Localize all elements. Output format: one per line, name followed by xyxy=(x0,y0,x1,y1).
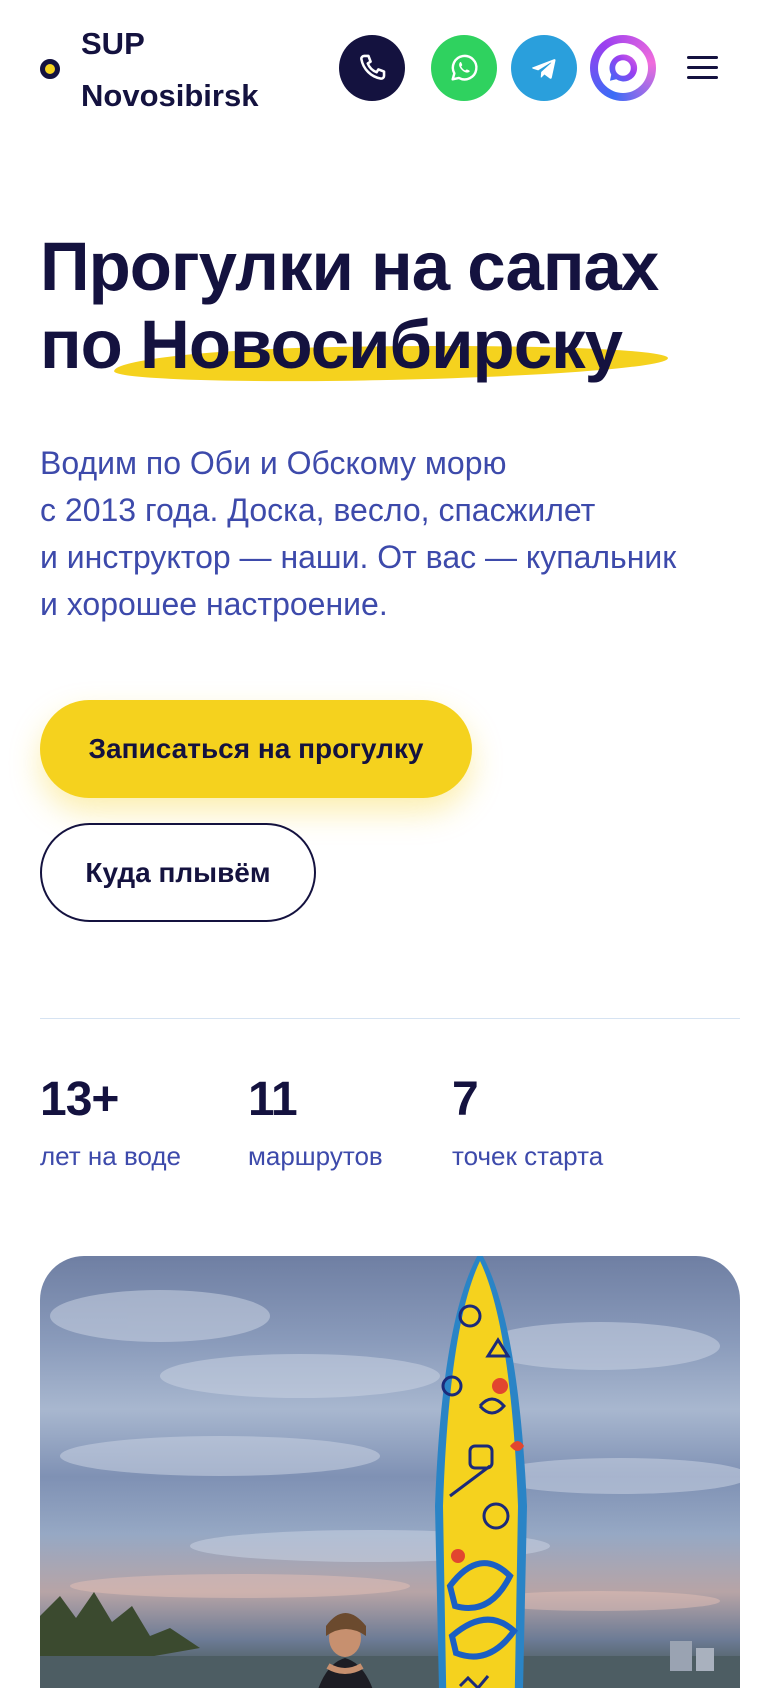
hero-subtitle-line: и инструктор — наши. От вас — купальник xyxy=(40,539,677,575)
phone-button[interactable] xyxy=(339,35,405,101)
stat-label: лет на воде xyxy=(40,1141,181,1171)
hero-title-highlight-text: Новосибирску xyxy=(140,306,623,383)
divider xyxy=(40,1018,740,1019)
hero-subtitle-line: и хорошее настроение. xyxy=(40,586,388,622)
stat-label: точек старта xyxy=(452,1141,604,1171)
hero-title-highlight: Новосибирску xyxy=(113,306,669,385)
hero-photo-illustration xyxy=(40,1256,740,1688)
logo-text[interactable]: SUP Novosibirsk xyxy=(81,18,258,122)
max-messenger-icon-bg xyxy=(598,43,648,93)
hero-photo xyxy=(40,1256,740,1688)
hero-subtitle-line: Водим по Оби и Обскому морю xyxy=(40,445,507,481)
hero-title: Прогулки на сапах по Новосибирску xyxy=(40,228,760,385)
whatsapp-button[interactable] xyxy=(431,35,497,101)
stat-value: 13+ xyxy=(40,1073,119,1126)
menu-button[interactable] xyxy=(687,53,721,83)
logo-mark[interactable] xyxy=(40,59,60,79)
hero-title-line-1: Прогулки на сапах xyxy=(40,228,659,305)
menu-icon xyxy=(687,56,718,59)
logo-line-2[interactable]: Novosibirsk xyxy=(81,70,258,122)
logo-line-1[interactable]: SUP xyxy=(81,18,258,70)
stat-years: 13+ лет на воде xyxy=(40,1070,181,1174)
hero-title-prefix: по xyxy=(40,306,123,383)
whatsapp-icon xyxy=(451,54,478,81)
hero-subtitle-line: с 2013 года. Доска, весло, спасжилет xyxy=(40,492,596,528)
routes-button[interactable]: Куда плывём xyxy=(40,823,316,922)
stat-start-points: 7 точек старта xyxy=(452,1070,603,1174)
hero-subtitle: Водим по Оби и Обскому морю с 2013 года.… xyxy=(40,440,740,628)
stat-value: 11 xyxy=(248,1073,298,1126)
max-messenger-button[interactable] xyxy=(590,35,656,101)
stat-value: 7 xyxy=(452,1073,479,1126)
telegram-button[interactable] xyxy=(511,35,577,101)
menu-icon-line xyxy=(687,76,718,79)
stat-routes: 11 маршрутов xyxy=(248,1070,383,1174)
telegram-icon xyxy=(532,59,556,79)
max-messenger-icon xyxy=(609,54,638,82)
hero-title-line-2: по Новосибирску xyxy=(40,306,760,385)
phone-icon xyxy=(360,54,386,80)
book-walk-button[interactable]: Записаться на прогулку xyxy=(40,700,472,798)
menu-icon-line xyxy=(687,66,718,69)
stat-label: маршрутов xyxy=(248,1141,383,1171)
site-header: SUP Novosibirsk xyxy=(0,0,780,140)
